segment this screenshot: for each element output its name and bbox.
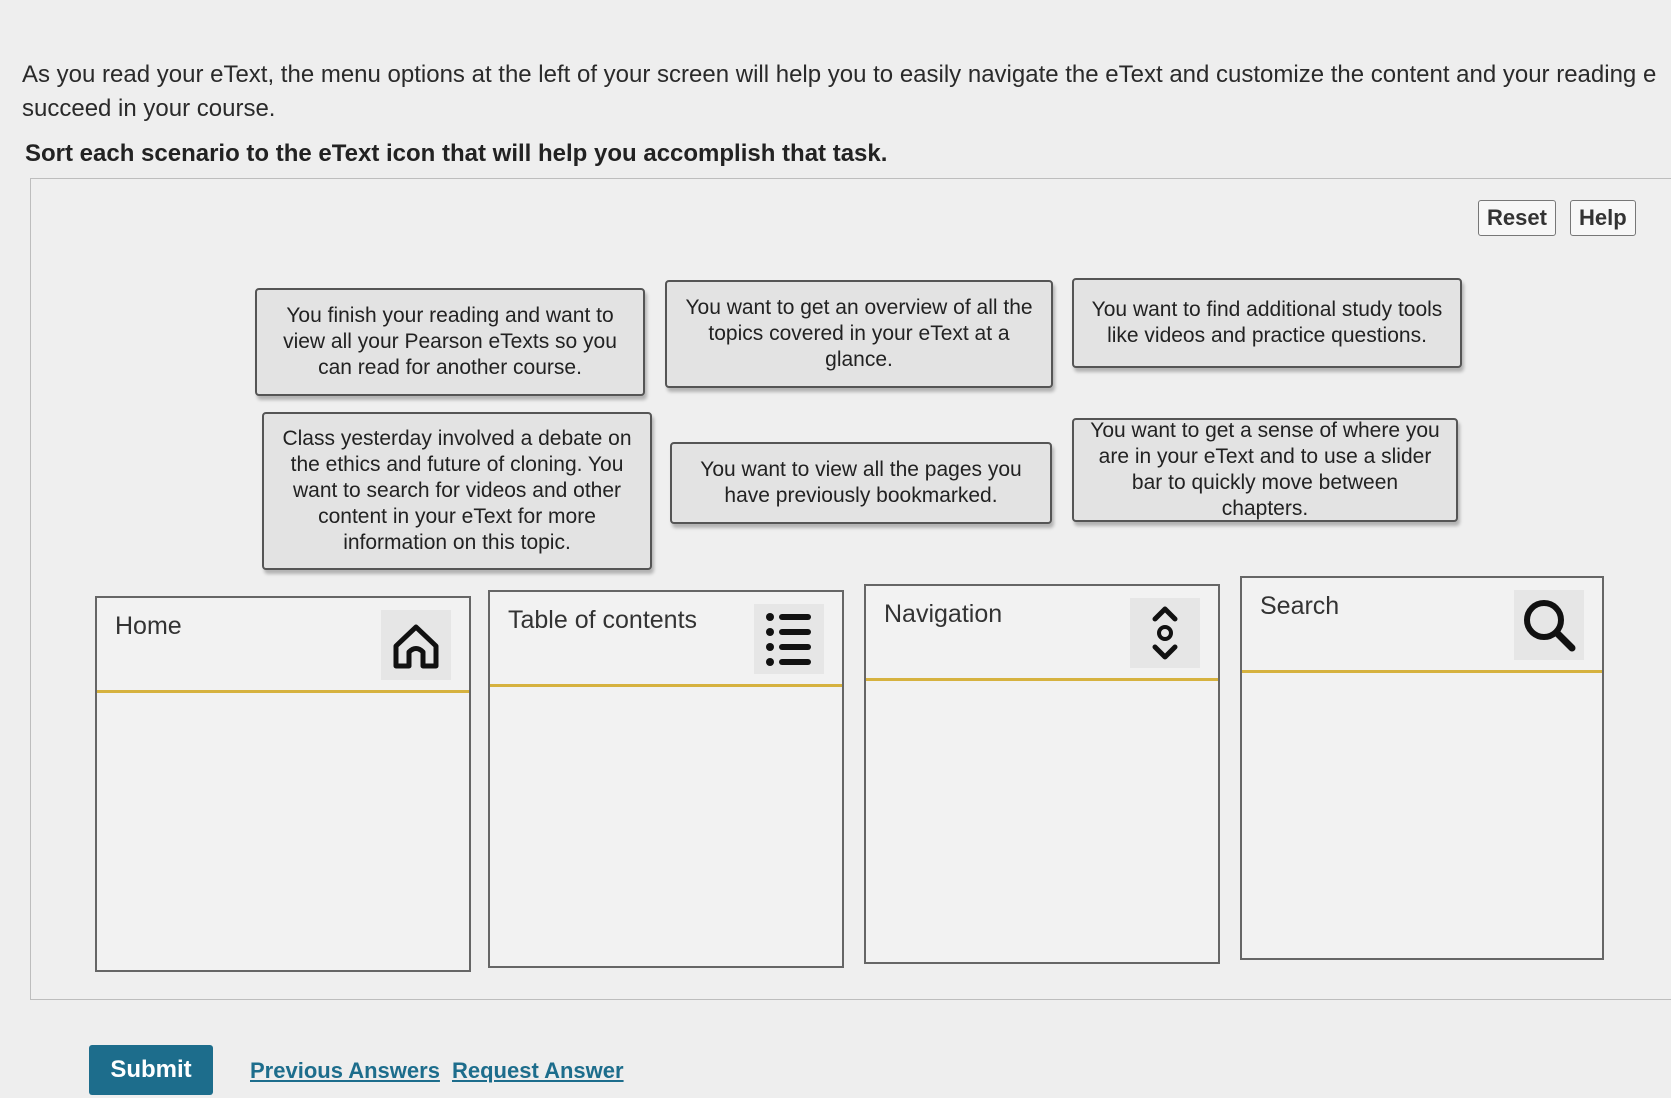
scenario-card-text: You want to view all the pages you have … [700, 458, 1022, 507]
drop-zone-search[interactable]: Search [1240, 576, 1604, 960]
scenario-card-text: You want to get an overview of all the t… [685, 296, 1033, 371]
zone-header: Search [1242, 578, 1602, 673]
zone-title: Home [115, 612, 182, 640]
zone-header: Navigation [866, 586, 1218, 681]
submit-button[interactable]: Submit [89, 1045, 213, 1095]
zone-header: Table of contents [490, 592, 842, 687]
scenario-card[interactable]: You finish your reading and want to view… [255, 288, 645, 396]
scenario-card-text: Class yesterday involved a debate on the… [282, 427, 632, 554]
instruction-text: Sort each scenario to the eText icon tha… [25, 140, 888, 167]
navigation-icon [1130, 598, 1200, 668]
home-icon [381, 610, 451, 680]
drop-zone-home[interactable]: Home [95, 596, 471, 972]
intro-text: As you read your eText, the menu options… [22, 58, 1662, 126]
reset-button[interactable]: Reset [1478, 200, 1556, 236]
scenario-card-text: You want to get a sense of where you are… [1090, 419, 1440, 520]
scenario-card[interactable]: You want to get an overview of all the t… [665, 280, 1053, 388]
search-icon [1514, 590, 1584, 660]
zone-title: Table of contents [508, 606, 698, 634]
request-answer-link[interactable]: Request Answer [452, 1058, 624, 1084]
scenario-card[interactable]: You want to get a sense of where you are… [1072, 418, 1458, 522]
scenario-card[interactable]: You want to view all the pages you have … [670, 442, 1052, 524]
zone-title: Search [1260, 592, 1340, 620]
drop-zone-table-of-contents[interactable]: Table of contents [488, 590, 844, 968]
scenario-card-text: You finish your reading and want to view… [283, 304, 617, 379]
intro-line-1: As you read your eText, the menu options… [22, 61, 1657, 88]
zone-title: Navigation [884, 600, 1003, 628]
intro-line-2: succeed in your course. [22, 95, 276, 122]
help-button[interactable]: Help [1570, 200, 1636, 236]
scenario-card-text: You want to find additional study tools … [1091, 298, 1443, 347]
scenario-card[interactable]: Class yesterday involved a debate on the… [262, 412, 652, 570]
zone-header: Home [97, 598, 469, 693]
list-icon [754, 604, 824, 674]
scenario-card[interactable]: You want to find additional study tools … [1072, 278, 1462, 368]
previous-answers-link[interactable]: Previous Answers [250, 1058, 440, 1084]
drop-zone-navigation[interactable]: Navigation [864, 584, 1220, 964]
